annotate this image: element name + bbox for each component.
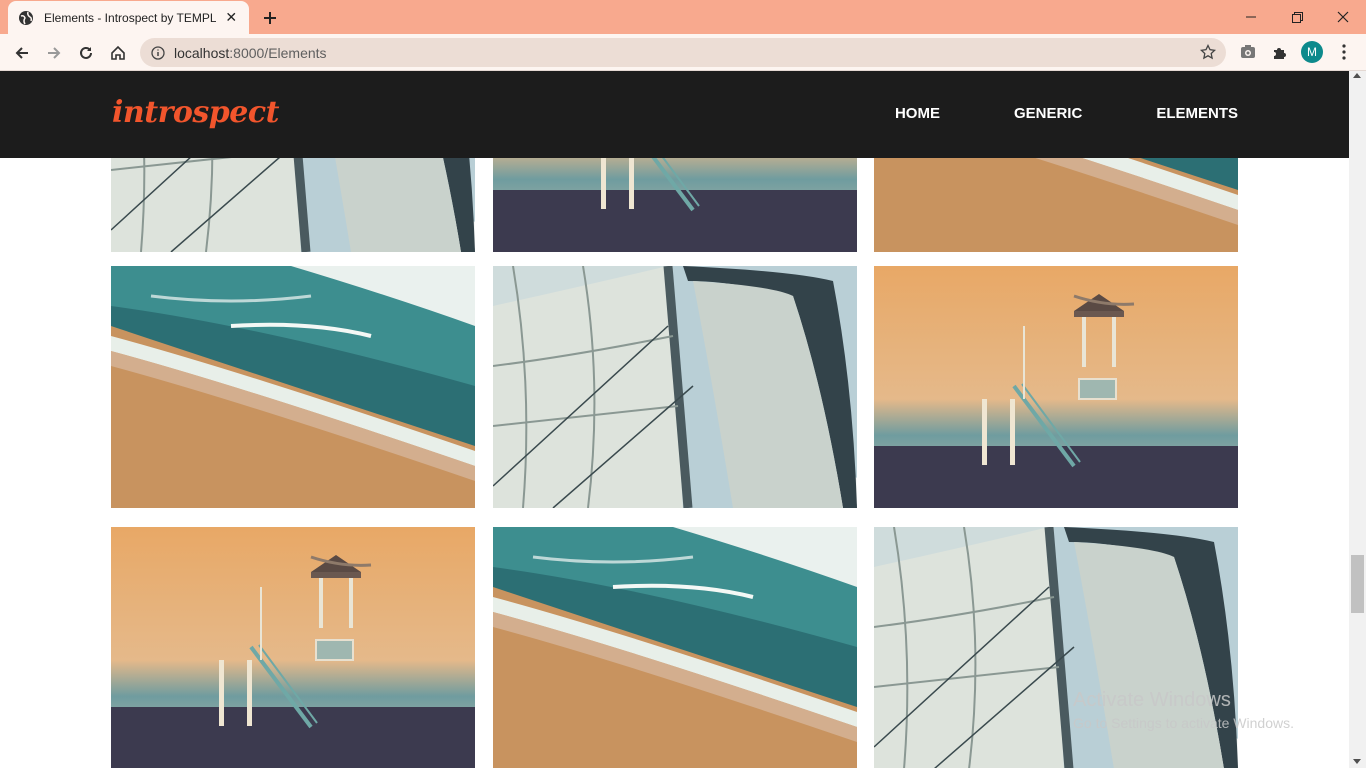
activate-windows-watermark: Activate Windows Go to Settings to activ… [1073, 689, 1294, 731]
home-button[interactable] [104, 39, 132, 67]
close-tab-icon[interactable]: ✕ [224, 9, 239, 26]
url-path: :8000/Elements [229, 44, 327, 61]
sail-image [874, 527, 1238, 768]
site-info-icon[interactable] [150, 45, 166, 61]
site-header: introspect HOME GENERIC ELEMENTS [0, 71, 1349, 158]
lifeguard-image [111, 527, 475, 768]
extension-lens-icon[interactable] [1236, 40, 1260, 64]
watermark-title: Activate Windows [1073, 689, 1231, 711]
globe-icon [18, 10, 34, 26]
browser-menu-icon[interactable] [1332, 40, 1356, 64]
nav-generic[interactable]: GENERIC [1014, 105, 1082, 122]
address-bar[interactable]: localhost:8000/Elements [140, 38, 1226, 67]
nav-home[interactable]: HOME [895, 105, 940, 122]
restore-button[interactable] [1274, 0, 1320, 34]
tab-title: Elements - Introspect by TEMPLA [44, 10, 216, 25]
browser-tab-bar: Elements - Introspect by TEMPLA ✕ [0, 0, 1366, 34]
url-text: localhost:8000/Elements [174, 45, 327, 61]
nav-elements[interactable]: ELEMENTS [1156, 105, 1238, 122]
close-window-button[interactable] [1320, 0, 1366, 34]
forward-button[interactable] [40, 39, 68, 67]
browser-tab[interactable]: Elements - Introspect by TEMPLA ✕ [8, 1, 249, 34]
site-logo[interactable]: introspect [112, 95, 279, 130]
lifeguard-image [874, 266, 1238, 508]
reload-button[interactable] [72, 39, 100, 67]
scroll-down-arrow-icon[interactable] [1353, 759, 1361, 764]
extensions-puzzle-icon[interactable] [1268, 40, 1292, 64]
sail-image [493, 266, 857, 508]
site-nav: HOME GENERIC ELEMENTS [821, 105, 1238, 122]
minimize-button[interactable] [1228, 0, 1274, 34]
profile-avatar[interactable]: M [1301, 41, 1323, 63]
beach-image [111, 266, 475, 508]
url-host: localhost [174, 44, 230, 61]
watermark-subtitle: Go to Settings to activate Windows. [1073, 715, 1294, 731]
beach-image [493, 527, 857, 768]
scrollbar-thumb[interactable] [1351, 555, 1364, 613]
scroll-up-arrow-icon[interactable] [1353, 73, 1361, 78]
new-tab-button[interactable] [259, 7, 281, 29]
window-controls [1228, 0, 1366, 34]
back-button[interactable] [8, 39, 36, 67]
page-scrollbar[interactable] [1349, 71, 1366, 768]
bookmark-star-icon[interactable] [1199, 43, 1217, 65]
browser-toolbar: localhost:8000/Elements M [0, 34, 1366, 71]
page-viewport: introspect HOME GENERIC ELEMENTS [0, 71, 1349, 768]
